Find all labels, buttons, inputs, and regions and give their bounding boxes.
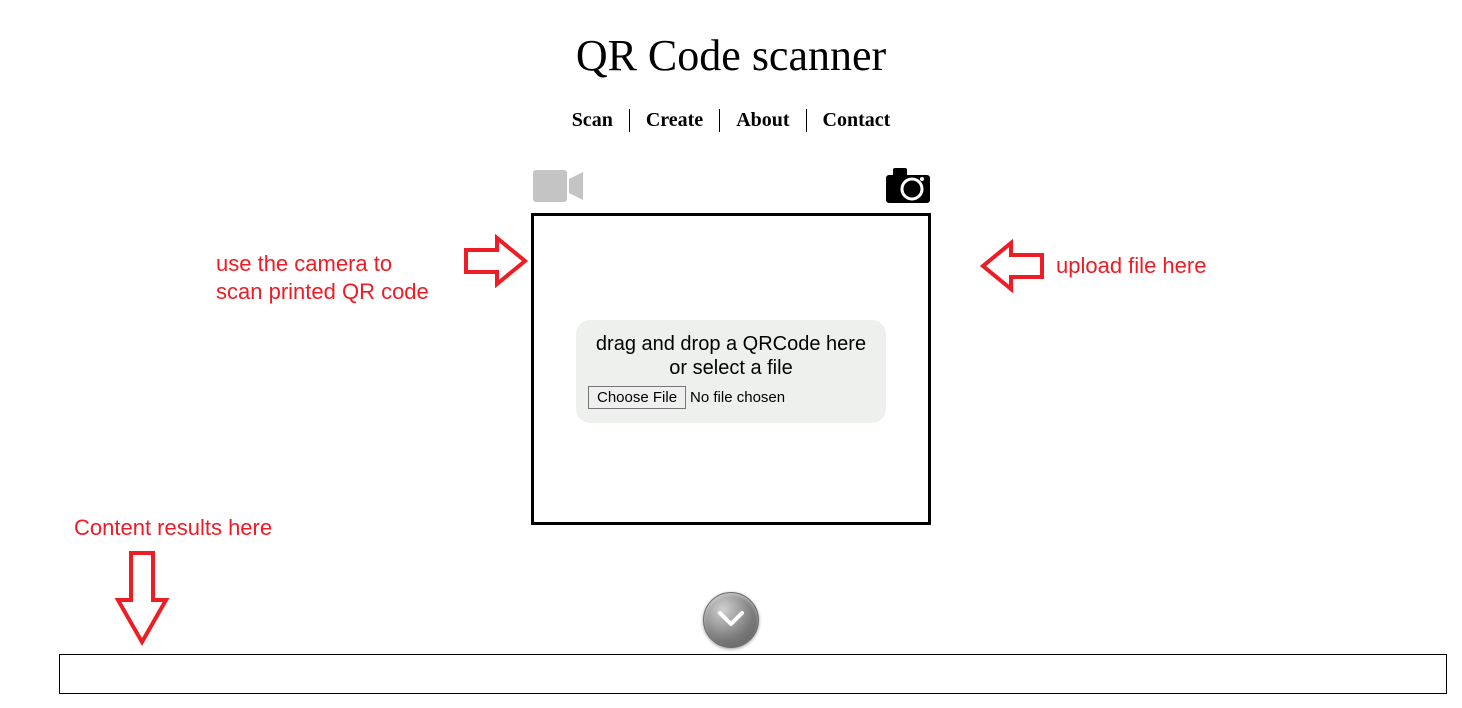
results-output[interactable]: [59, 654, 1447, 694]
nav-create[interactable]: Create: [630, 109, 720, 132]
file-status-text: No file chosen: [690, 389, 785, 406]
annotation-camera-hint: use the camera to scan printed QR code: [216, 250, 446, 306]
annotation-camera-line1: use the camera to: [216, 251, 392, 276]
photo-camera-icon[interactable]: [885, 166, 931, 211]
dropzone-line1: drag and drop a QRCode here: [596, 333, 866, 355]
nav-scan[interactable]: Scan: [556, 109, 630, 132]
expand-results-button[interactable]: [703, 592, 759, 648]
nav-about[interactable]: About: [720, 109, 806, 132]
annotation-results-hint: Content results here: [74, 514, 272, 542]
dropzone[interactable]: drag and drop a QRCode here or select a …: [576, 320, 886, 423]
nav-contact[interactable]: Contact: [807, 109, 907, 132]
chevron-down-icon: [716, 603, 746, 638]
choose-file-button[interactable]: Choose File: [588, 386, 686, 409]
arrow-down-icon: [114, 548, 170, 648]
scanner-viewport[interactable]: drag and drop a QRCode here or select a …: [531, 213, 931, 525]
annotation-upload-hint: upload file here: [1056, 252, 1206, 280]
main-nav: Scan Create About Contact: [0, 109, 1462, 132]
arrow-left-icon: [977, 239, 1047, 293]
page-title: QR Code scanner: [0, 30, 1462, 81]
video-camera-icon[interactable]: [531, 166, 587, 211]
annotation-camera-line2: scan printed QR code: [216, 279, 429, 304]
dropzone-text: drag and drop a QRCode here or select a …: [588, 332, 874, 380]
arrow-right-icon: [461, 234, 531, 288]
dropzone-line2: or select a file: [669, 357, 792, 379]
